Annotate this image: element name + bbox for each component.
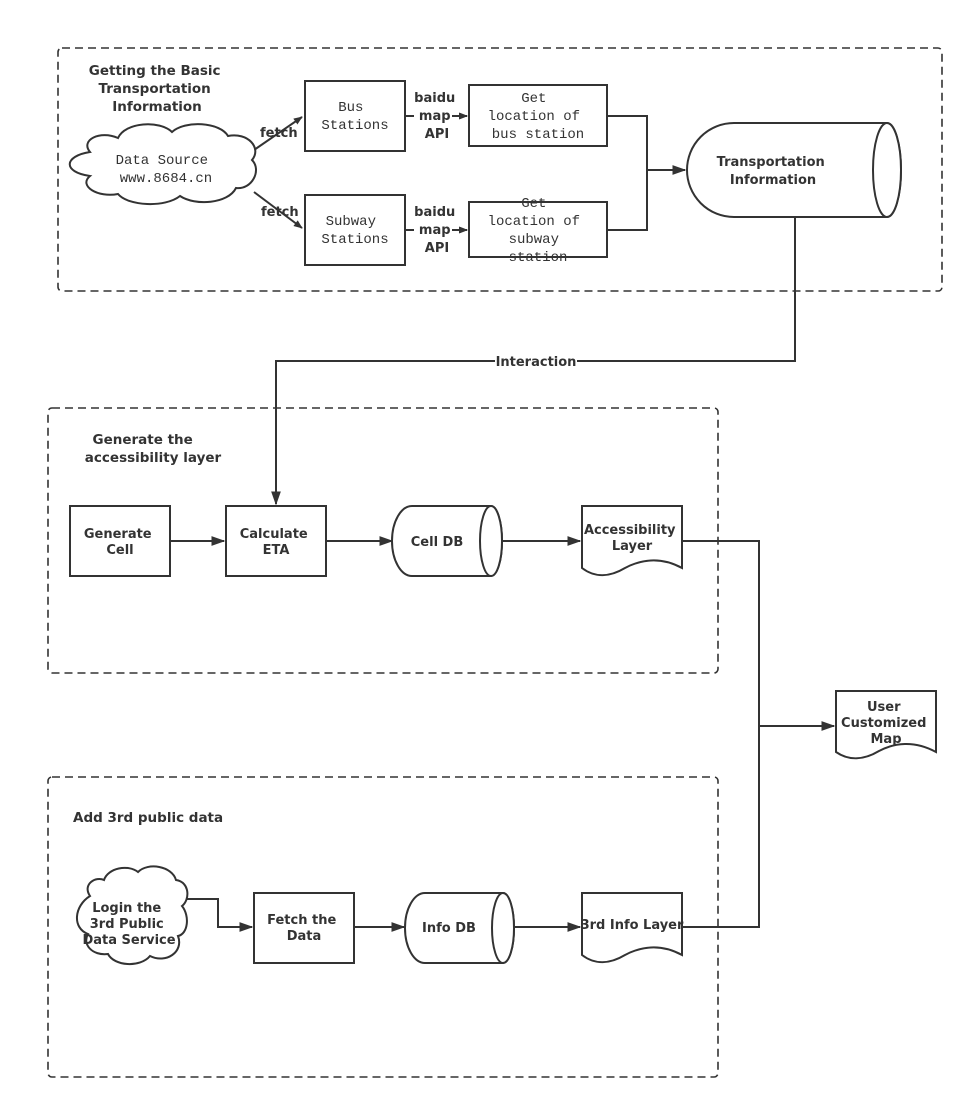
node-info-db-label: Info DB [422,921,476,936]
edge-merge [608,115,648,231]
group-accessibility-title: Generate the accessibility layer [85,432,222,466]
node-info-layer[interactable]: 3rd Info Layer [581,892,684,964]
label-fetch-bus: fetch [260,126,298,141]
node-info-db[interactable]: Info DB [404,892,515,964]
node-user-map[interactable]: User Customized Map [835,690,937,760]
node-data-source[interactable]: Data Source www.8684.cn [68,123,257,206]
node-bus-stations[interactable]: Bus Stations [304,80,406,152]
label-fetch-subway: fetch [261,205,299,220]
edge-login-to-fetch [185,898,254,932]
group-basic-info-title: Getting the Basic Transportation Informa… [89,63,225,115]
node-generate-cell[interactable]: Generate Cell [69,505,171,577]
node-transport-info[interactable]: Transportation Information [686,122,902,218]
flowchart-canvas: Getting the Basic Transportation Informa… [47,47,943,1078]
node-cell-db-label: Cell DB [411,535,464,550]
node-cell-db[interactable]: Cell DB [391,505,503,577]
node-subway-stations[interactable]: Subway Stations [304,194,406,266]
node-calculate-eta[interactable]: Calculate ETA [225,505,327,577]
node-fetch-data[interactable]: Fetch the Data [253,892,355,964]
node-info-layer-label: 3rd Info Layer [581,918,684,933]
node-bus-location[interactable]: Get location of bus station [468,84,608,147]
label-interaction: Interaction [496,355,577,370]
node-login-service[interactable]: Login the 3rd Public Data Service [76,865,189,965]
node-login-service-label: Login the 3rd Public Data Service [82,901,175,948]
edge-layers-merge [682,540,760,928]
node-accessibility-layer[interactable]: Accessibility Layer [581,505,683,577]
node-subway-location[interactable]: Get location of subway station [468,196,608,266]
group-third-party-title: Add 3rd public data [73,810,223,826]
